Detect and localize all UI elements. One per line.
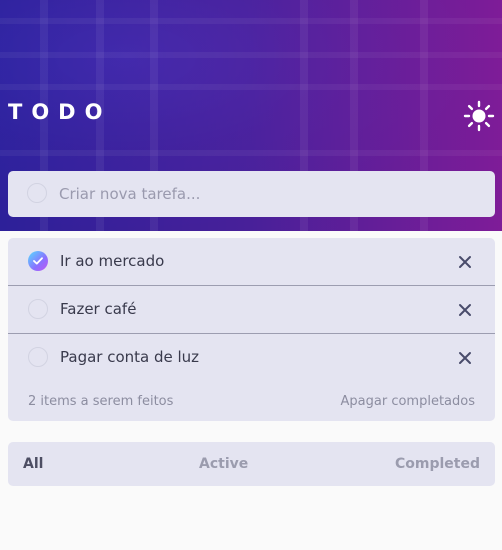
items-left-count: 2 items a serem feitos: [28, 394, 174, 409]
todo-item: Fazer café: [8, 286, 495, 334]
close-icon[interactable]: [457, 350, 473, 366]
todo-check-circle[interactable]: [28, 251, 48, 271]
filter-active[interactable]: Active: [199, 456, 248, 472]
todo-list: Ir ao mercado Fazer café Pagar conta de …: [8, 238, 495, 421]
todo-label: Fazer café: [60, 300, 137, 318]
todo-item: Ir ao mercado: [8, 238, 495, 286]
new-task-input[interactable]: [59, 182, 459, 206]
clear-completed-button[interactable]: Apagar completados: [341, 394, 475, 409]
sun-icon[interactable]: [463, 100, 495, 132]
new-task-check-circle[interactable]: [27, 183, 47, 203]
close-icon[interactable]: [457, 254, 473, 270]
check-icon: [33, 257, 43, 265]
todo-item: Pagar conta de luz: [8, 334, 495, 382]
filter-all[interactable]: All: [23, 456, 43, 472]
new-task-bar: [8, 171, 495, 217]
todo-label: Pagar conta de luz: [60, 348, 200, 366]
app-title: TODO: [8, 100, 112, 124]
filter-bar: All Active Completed: [8, 442, 495, 486]
todo-check-circle[interactable]: [28, 347, 48, 367]
close-icon[interactable]: [457, 302, 473, 318]
todo-check-circle[interactable]: [28, 299, 48, 319]
filter-completed[interactable]: Completed: [395, 456, 480, 472]
todo-label: Ir ao mercado: [60, 252, 165, 270]
